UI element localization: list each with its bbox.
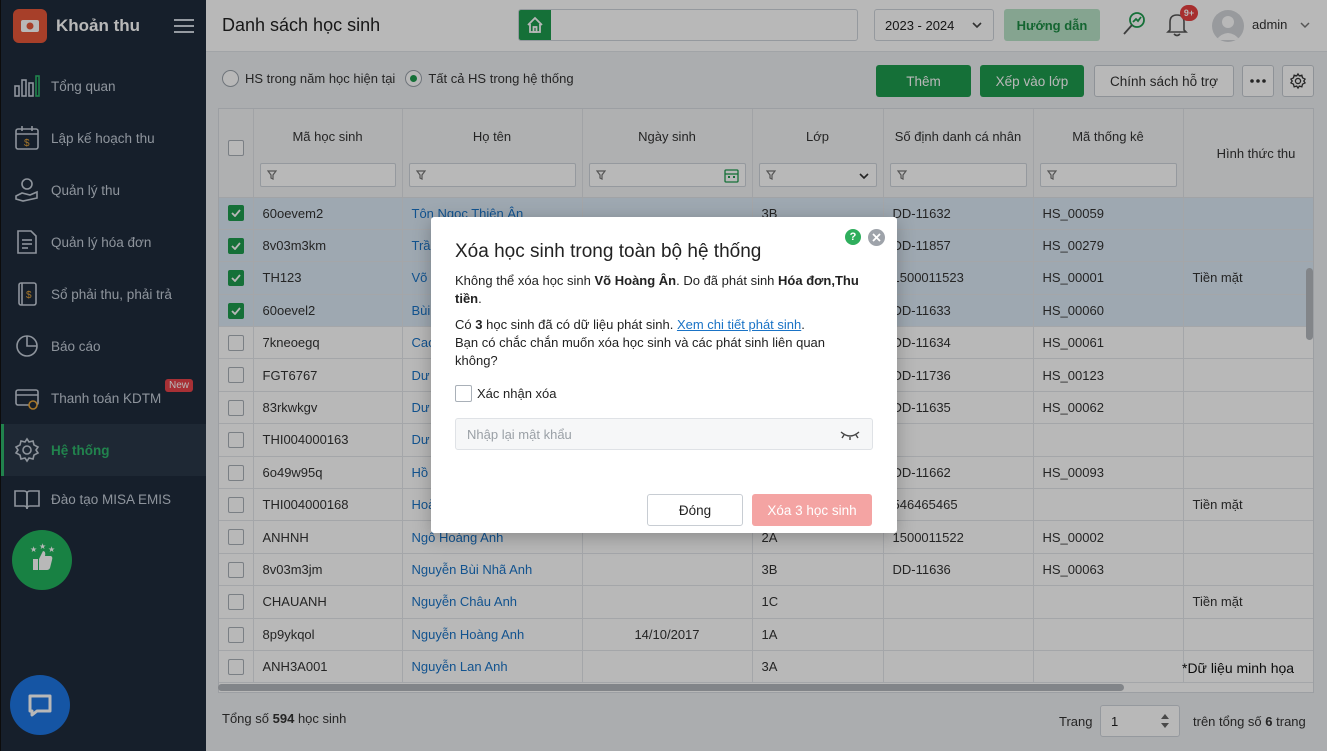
confirm-delete-row: Xác nhận xóa: [455, 385, 557, 402]
affected-count: 3: [475, 317, 483, 332]
dialog-message-1: Không thể xóa học sinh Võ Hoàng Ân. Do đ…: [455, 272, 875, 308]
msg-part: . Do đã phát sinh: [676, 273, 775, 288]
delete-students-dialog: Xóa học sinh trong toàn bộ hệ thống ? Kh…: [431, 217, 897, 533]
delete-students-button[interactable]: Xóa 3 học sinh: [752, 494, 872, 526]
help-icon[interactable]: ?: [845, 229, 861, 245]
confirm-delete-checkbox[interactable]: [455, 385, 472, 402]
confirm-delete-label[interactable]: Xác nhận xóa: [477, 386, 557, 401]
close-button[interactable]: Đóng: [647, 494, 743, 526]
password-placeholder: Nhập lại mật khẩu: [467, 427, 572, 442]
msg-part: .: [801, 317, 805, 332]
close-icon[interactable]: [868, 229, 885, 246]
dialog-message-3: Bạn có chắc chắn muốn xóa học sinh và cá…: [455, 335, 826, 368]
eye-closed-icon[interactable]: [840, 429, 860, 441]
msg-part: Không thể xóa học sinh: [455, 273, 591, 288]
msg-part: .: [478, 291, 482, 306]
msg-part: học sinh đã có dữ liệu phát sinh.: [486, 317, 674, 332]
view-details-link[interactable]: Xem chi tiết phát sinh: [677, 317, 801, 332]
dialog-title: Xóa học sinh trong toàn bộ hệ thống: [455, 241, 762, 262]
dialog-message-2: Có 3 học sinh đã có dữ liệu phát sinh. X…: [455, 316, 875, 334]
password-input[interactable]: Nhập lại mật khẩu: [455, 418, 873, 450]
student-name: Võ Hoàng Ân: [594, 273, 677, 288]
msg-part: Có: [455, 317, 472, 332]
